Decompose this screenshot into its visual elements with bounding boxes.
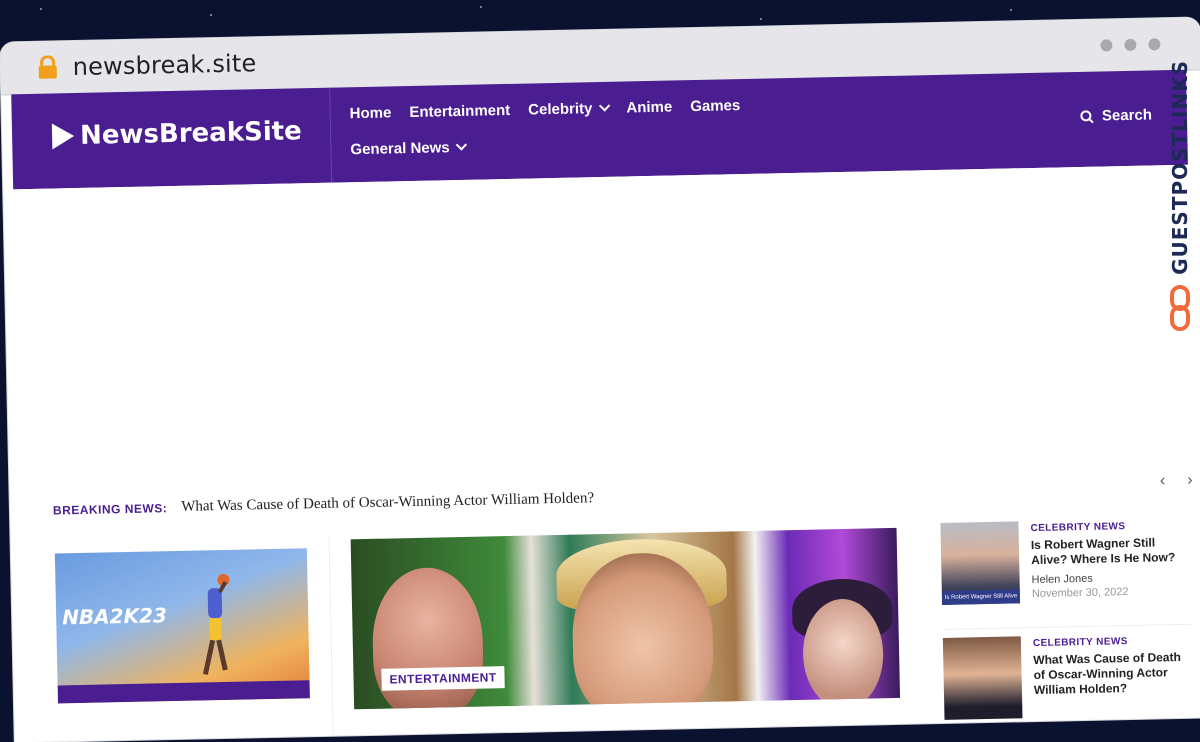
article-thumbnail[interactable] (942, 636, 1023, 720)
menu-item-anime[interactable]: Anime (626, 98, 672, 116)
menu-item-entertainment[interactable]: Entertainment (409, 101, 510, 120)
main-menu: Home Entertainment Celebrity Anime Games Gen… (349, 86, 790, 167)
window-dot-icon[interactable] (1148, 38, 1161, 51)
chevron-down-icon (598, 100, 610, 112)
url-text[interactable]: newsbreak.site (72, 49, 256, 81)
menu-item-label: Anime (626, 98, 673, 116)
browser-window: newsbreak.site NewsBreakSite Home Enterta… (0, 17, 1200, 742)
menu-item-label: Entertainment (409, 101, 511, 121)
article-title[interactable]: Is Robert Wagner Still Alive? Where Is H… (1031, 535, 1192, 568)
article-title[interactable]: What Was Cause of Death of Oscar-Winning… (1033, 650, 1194, 698)
window-dot-icon[interactable] (1100, 39, 1113, 52)
window-dot-icon[interactable] (1124, 38, 1137, 52)
search-button[interactable]: Search (1080, 106, 1152, 125)
search-icon (1080, 109, 1094, 123)
menu-item-label: Home (349, 103, 392, 122)
site-logo[interactable]: NewsBreakSite (51, 116, 303, 151)
breaking-label: BREAKING NEWS: (52, 500, 168, 518)
menu-item-label: Games (690, 96, 741, 115)
menu-item-label: General News (350, 138, 450, 158)
next-arrow-icon[interactable]: › (1187, 472, 1193, 490)
nav-divider (329, 87, 333, 183)
column-divider (328, 537, 334, 738)
chevron-down-icon (455, 139, 468, 151)
logo-text: NewsBreakSite (79, 116, 303, 151)
prev-arrow-icon[interactable]: ‹ (1160, 472, 1166, 490)
player-illustration (202, 574, 230, 675)
watermark: GUESTPOSTLINKS (1160, 60, 1200, 360)
ticker-arrows: ‹ › (1160, 472, 1193, 491)
breaking-news-bar: BREAKING NEWS: What Was Cause of Death o… (52, 472, 1193, 519)
menu-item-label: Celebrity (528, 99, 593, 119)
ad-space (13, 164, 1194, 470)
article-author[interactable]: Helen Jones (1031, 571, 1191, 586)
article-category[interactable]: CELEBRITY NEWS (1030, 520, 1190, 534)
site-viewport: NewsBreakSite Home Entertainment Celebrity… (11, 69, 1200, 742)
card-image-text: NBA2K23 (61, 603, 168, 630)
article-category[interactable]: CELEBRITY NEWS (1033, 635, 1193, 649)
link-icon (1170, 284, 1190, 331)
play-icon (51, 123, 75, 150)
card-caption-strip (57, 680, 310, 704)
breaking-headline[interactable]: What Was Cause of Death of Oscar-Winning… (181, 490, 594, 516)
article-thumbnail[interactable]: Is Robert Wagner Still Alive (940, 521, 1021, 605)
featured-card-game[interactable]: NBA2K23 (54, 548, 310, 704)
watermark-text: GUESTPOSTLINKS (1168, 60, 1192, 275)
menu-item-celebrity[interactable]: Celebrity (528, 99, 610, 119)
menu-item-games[interactable]: Games (690, 97, 740, 115)
lock-icon (36, 55, 58, 79)
list-item[interactable]: Is Robert Wagner Still Alive CELEBRITY N… (940, 517, 1193, 630)
article-date: November 30, 2022 (1031, 586, 1129, 601)
search-label: Search (1101, 106, 1153, 125)
window-controls (1100, 38, 1161, 52)
featured-card-entertainment[interactable]: ENTERTAINMENT (350, 527, 901, 710)
thumbnail-caption: Is Robert Wagner Still Alive (941, 589, 1021, 605)
menu-item-home[interactable]: Home (350, 104, 392, 122)
menu-item-general-news[interactable]: General News (350, 138, 468, 158)
list-item[interactable]: CELEBRITY NEWS What Was Cause of Death o… (942, 632, 1195, 742)
sidebar-news: Is Robert Wagner Still Alive CELEBRITY N… (940, 517, 1195, 742)
